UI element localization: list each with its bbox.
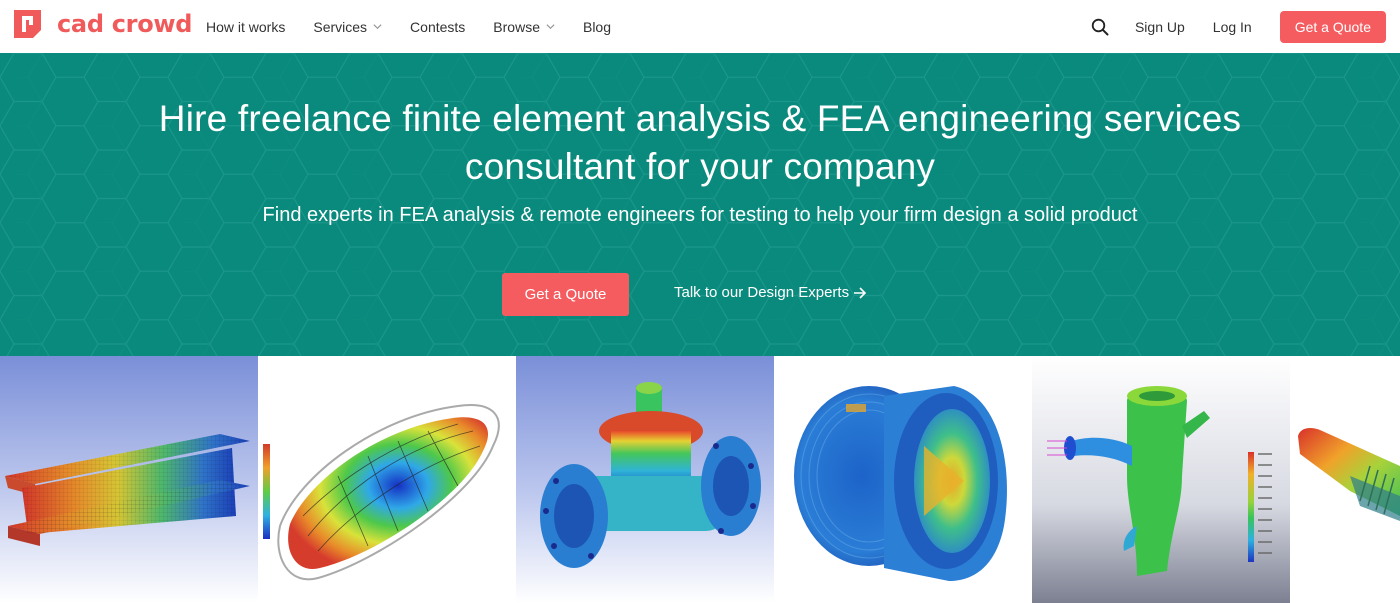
nav-services[interactable]: Services: [313, 19, 382, 35]
brand-name: cad crowd: [57, 10, 193, 38]
hero-title: Hire freelance finite element analysis &…: [0, 95, 1400, 191]
nav-how-it-works[interactable]: How it works: [206, 19, 285, 35]
talk-to-experts-link[interactable]: Talk to our Design Experts: [674, 284, 867, 301]
nav-services-label: Services: [313, 18, 368, 35]
main-menu: How it works Services Contests Browse Bl…: [206, 0, 639, 53]
arrow-right-icon: [854, 286, 867, 299]
nav-blog[interactable]: Blog: [583, 19, 611, 35]
hero-title-line1: Hire freelance finite element analysis &…: [158, 98, 1242, 139]
search-icon[interactable]: [1091, 18, 1109, 36]
pipe-fitting-fea-image: [774, 356, 1032, 603]
nav-how-it-works-label: How it works: [206, 18, 286, 35]
chevron-down-icon: [546, 24, 555, 30]
nav-browse-label: Browse: [493, 18, 540, 35]
top-navigation: cad crowd How it works Services Contests…: [0, 0, 1400, 53]
nav-blog-label: Blog: [582, 18, 612, 35]
i-beam-fea-image: [0, 356, 258, 603]
nav-contests-label: Contests: [410, 18, 466, 35]
shaft-fea-image: [1290, 356, 1400, 603]
cad-crowd-logo[interactable]: cad crowd: [14, 10, 192, 38]
logo-icon: [14, 10, 41, 38]
shell-mesh-fea-image: [258, 356, 516, 603]
nav-contests[interactable]: Contests: [410, 19, 465, 35]
get-quote-hero-button[interactable]: Get a Quote: [502, 273, 629, 316]
manifold-fea-image: [1032, 356, 1290, 603]
hero-title-line2: consultant for your company: [464, 146, 936, 187]
hero-subtitle: Find experts in FEA analysis & remote en…: [262, 204, 1138, 226]
chevron-down-icon: [373, 24, 382, 30]
talk-to-experts-label: Talk to our Design Experts: [674, 284, 850, 301]
valve-fea-image: [516, 356, 774, 603]
get-quote-nav-button[interactable]: Get a Quote: [1279, 10, 1386, 43]
hero-banner: Hire freelance finite element analysis &…: [0, 53, 1400, 356]
fea-image-gallery: [0, 356, 1400, 603]
log-in-link[interactable]: Log In: [1213, 19, 1252, 35]
nav-browse[interactable]: Browse: [493, 19, 555, 35]
sign-up-link[interactable]: Sign Up: [1135, 19, 1185, 35]
nav-actions: Sign Up Log In Get a Quote: [1091, 0, 1386, 53]
